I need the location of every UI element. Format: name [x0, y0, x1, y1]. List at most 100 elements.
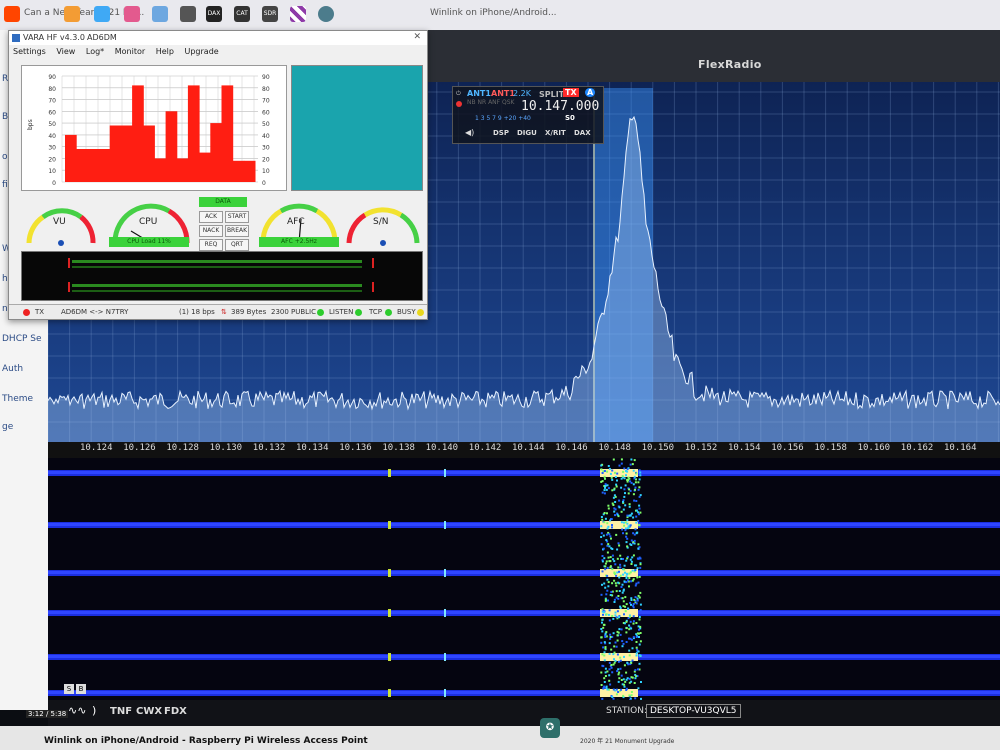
req-button[interactable]: REQ	[199, 239, 223, 251]
throughput-bar	[243, 160, 256, 182]
checker-icon[interactable]	[290, 6, 306, 22]
ant2-label[interactable]: ANT1	[491, 89, 515, 98]
firefox-icon[interactable]	[64, 6, 80, 22]
y-tick-right: 70	[262, 98, 270, 105]
s-button[interactable]: S	[64, 684, 74, 694]
app-icon[interactable]: ✪	[540, 718, 560, 738]
freq-tick: 10.150	[641, 443, 675, 453]
vara-menu-bar: Settings View Log* Monitor Help Upgrade	[9, 45, 427, 59]
freq-tick: 10.154	[728, 443, 761, 453]
sidebar-item[interactable]: fi	[2, 180, 8, 190]
video-title[interactable]: Winlink on iPhone/Android - Raspberry Pi…	[44, 736, 368, 746]
vara-title-bar[interactable]: VARA HF v4.3.0 AD6DM ✕	[9, 31, 427, 45]
freq-tick: 10.160	[857, 443, 891, 453]
cat-icon[interactable]: CAT	[234, 6, 250, 22]
throughput-bar	[154, 158, 167, 182]
waterfall-graph[interactable]	[48, 458, 1000, 700]
vu-label: VU	[53, 217, 66, 227]
qrt-button[interactable]: QRT	[225, 239, 249, 251]
menu-upgrade[interactable]: Upgrade	[185, 45, 219, 59]
y-tick-right: 40	[262, 133, 270, 140]
freq-tick: 10.148	[598, 443, 631, 453]
tx-badge[interactable]: TX	[563, 88, 579, 97]
app-icon[interactable]	[94, 6, 110, 22]
busy-indicator-icon	[417, 309, 424, 316]
waterfall[interactable]	[48, 458, 1000, 700]
sidebar-item[interactable]: Auth	[2, 364, 23, 374]
station-label: STATION:	[606, 706, 647, 716]
freq-tick: 10.146	[555, 443, 588, 453]
fdx-button[interactable]: FDX	[164, 706, 187, 717]
freq-tick: 10.140	[425, 443, 459, 453]
menu-help[interactable]: Help	[156, 45, 174, 59]
gear-icon[interactable]	[318, 6, 334, 22]
digu-button[interactable]: DIGU	[517, 129, 537, 137]
app-icon[interactable]	[180, 6, 196, 22]
y-tick: 40	[48, 133, 56, 140]
frequency-readout[interactable]: 10.147.000	[521, 99, 599, 114]
tnf-button[interactable]: TNF	[110, 706, 132, 717]
break-button[interactable]: BREAK	[225, 225, 249, 237]
start-button[interactable]: START	[225, 211, 249, 223]
freq-tick: 10.156	[771, 443, 804, 453]
sidebar-item[interactable]: DHCP Se	[2, 334, 42, 344]
menu-view[interactable]: View	[56, 45, 75, 59]
y-tick-right: 50	[262, 121, 270, 128]
dsp-button[interactable]: DSP	[493, 129, 509, 137]
os-bottom-bar: 3:12 / 5:38 Winlink on iPhone/Android - …	[0, 710, 1000, 750]
menu-settings[interactable]: Settings	[13, 45, 46, 59]
signal-icon[interactable]: ∿∿	[68, 704, 86, 717]
speaker-icon[interactable]: ◀)	[465, 128, 474, 137]
y-tick-right: 80	[262, 86, 270, 93]
slice-modes[interactable]: NB NR ANF QSK	[467, 99, 515, 106]
vara-window[interactable]: VARA HF v4.3.0 AD6DM ✕ Settings View Log…	[8, 30, 428, 320]
throughput-bar	[199, 152, 211, 182]
vu-gauge: VU	[21, 193, 101, 249]
dax-button[interactable]: DAX	[574, 129, 591, 137]
throughput-bar	[65, 134, 77, 182]
power-icon[interactable]: ⏻	[456, 90, 461, 98]
close-icon[interactable]: ✕	[413, 32, 421, 42]
app-icon[interactable]	[124, 6, 140, 22]
throughput-bar	[232, 160, 245, 182]
y-tick-right: 60	[262, 109, 270, 116]
ant1-label[interactable]: ANT1	[467, 89, 491, 98]
slice-letter[interactable]: A	[585, 88, 596, 97]
y-tick: 90	[48, 74, 56, 81]
split-label[interactable]: SPLIT	[539, 90, 564, 99]
throughput-bar	[120, 125, 133, 182]
afc-readout: AFC +2.5Hz	[259, 237, 339, 247]
freq-tick: 10.132	[252, 443, 286, 453]
public-indicator-icon	[317, 309, 324, 316]
station-name[interactable]: DESKTOP-VU3QVL5	[646, 704, 741, 718]
b-button[interactable]: B	[76, 684, 86, 694]
bandwidth-label[interactable]: 2.2K	[513, 89, 531, 98]
frequency-scale[interactable]: 10.124 10.126 10.128 10.130 10.132 10.134 10.1…	[48, 442, 1000, 458]
wifi-icon[interactable]: )	[92, 704, 96, 717]
record-icon[interactable]	[456, 101, 462, 107]
freq-tick: 10.162	[900, 443, 934, 453]
dax-icon[interactable]: DAX	[206, 6, 222, 22]
y-tick: 80	[48, 86, 56, 93]
tx-indicator-icon	[23, 309, 30, 316]
menu-log[interactable]: Log*	[86, 45, 104, 59]
sidebar-item[interactable]: Theme	[2, 394, 33, 404]
slice-flag[interactable]: ANT1 ANT1 2.2K SPLIT TX A NB NR ANF QSK …	[452, 86, 604, 144]
video-time: 3:12 / 5:38	[26, 710, 69, 718]
y-tick-right: 20	[262, 156, 270, 163]
vara-callsign: AD6DM	[87, 33, 117, 42]
xrit-button[interactable]: X/RIT	[545, 129, 566, 137]
app-icon[interactable]	[152, 6, 168, 22]
cwx-button[interactable]: CWX	[136, 706, 162, 717]
browser-tab[interactable]: Winlink on iPhone/Android...	[430, 8, 557, 18]
sidebar-item[interactable]: ge	[2, 422, 13, 432]
os-taskbar: Can a New Year 2021 Hit... DAX CAT SDR W…	[0, 0, 1000, 31]
throughput-bar	[87, 149, 100, 182]
ack-button[interactable]: ACK	[199, 211, 223, 223]
cpu-gauge: CPU CPU Load 11%	[109, 193, 190, 249]
throughput-bar	[176, 158, 189, 182]
sdr-icon[interactable]: SDR	[262, 6, 278, 22]
reddit-icon[interactable]	[4, 6, 20, 22]
menu-monitor[interactable]: Monitor	[115, 45, 145, 59]
nack-button[interactable]: NACK	[199, 225, 223, 237]
